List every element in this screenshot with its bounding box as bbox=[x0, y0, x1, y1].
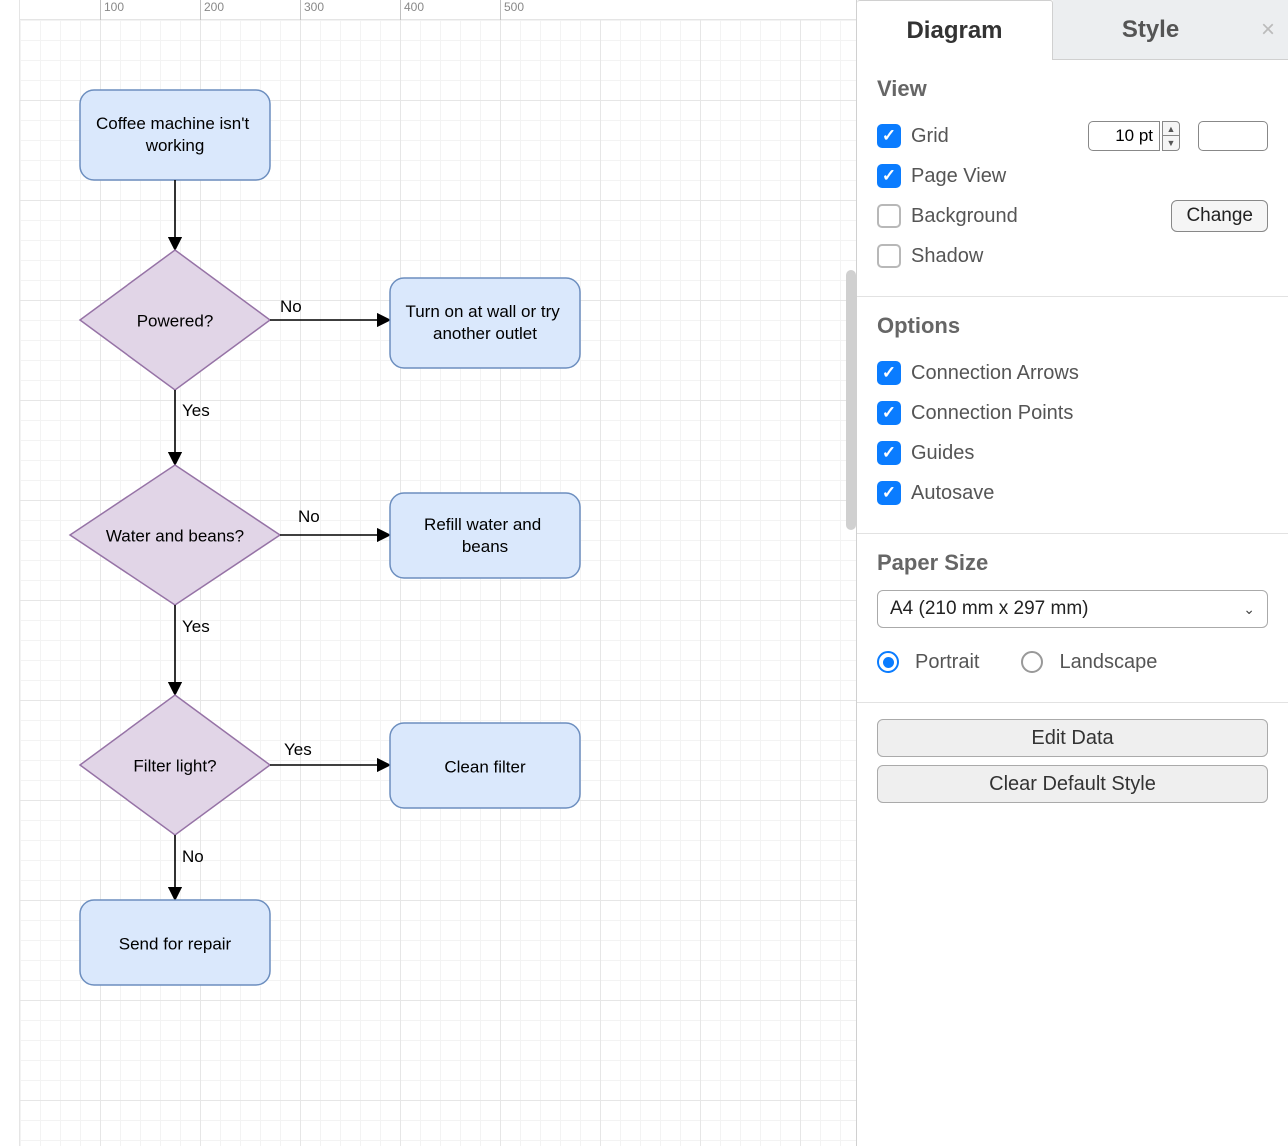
edge-label-no: No bbox=[298, 507, 320, 526]
node-action-refill[interactable]: Refill water and beans bbox=[390, 493, 580, 578]
paper-size-select[interactable]: A4 (210 mm x 297 mm) ⌄ bbox=[877, 590, 1268, 628]
svg-text:Clean filter: Clean filter bbox=[444, 757, 526, 776]
format-panel: Diagram Style × View Grid ▲▼ Page View bbox=[856, 0, 1288, 1146]
flowchart-svg: Coffee machine isn't working Powered? No bbox=[20, 20, 820, 1120]
section-actions: Edit Data Clear Default Style bbox=[857, 703, 1288, 831]
section-title-options: Options bbox=[877, 313, 1268, 339]
radio-landscape[interactable] bbox=[1021, 651, 1043, 673]
section-paper-size: Paper Size A4 (210 mm x 297 mm) ⌄ Portra… bbox=[857, 534, 1288, 703]
clear-default-style-button[interactable]: Clear Default Style bbox=[877, 765, 1268, 803]
edit-data-button[interactable]: Edit Data bbox=[877, 719, 1268, 757]
checkbox-background[interactable] bbox=[877, 204, 901, 228]
label-shadow: Shadow bbox=[911, 245, 983, 268]
radio-portrait[interactable] bbox=[877, 651, 899, 673]
grid-color-swatch[interactable] bbox=[1198, 121, 1268, 151]
checkbox-connection-points[interactable] bbox=[877, 401, 901, 425]
node-decision-water-beans[interactable]: Water and beans? bbox=[70, 465, 280, 605]
section-title-paper: Paper Size bbox=[877, 550, 1268, 576]
chevron-up-icon[interactable]: ▲ bbox=[1162, 121, 1180, 136]
ruler-horizontal: 100 200 300 400 500 bbox=[0, 0, 856, 20]
edge-label-yes: Yes bbox=[182, 401, 210, 420]
node-action-turnon[interactable]: Turn on at wall or try another outlet bbox=[390, 278, 580, 368]
svg-text:Send for repair: Send for repair bbox=[119, 934, 232, 953]
checkbox-guides[interactable] bbox=[877, 441, 901, 465]
grid-size-stepper[interactable]: ▲▼ bbox=[1162, 121, 1180, 151]
panel-tabs: Diagram Style × bbox=[857, 0, 1288, 60]
ruler-tick: 200 bbox=[200, 0, 224, 20]
scrollbar-thumb[interactable] bbox=[846, 270, 856, 530]
checkbox-connection-arrows[interactable] bbox=[877, 361, 901, 385]
edge-label-no: No bbox=[182, 847, 204, 866]
svg-text:Powered?: Powered? bbox=[137, 311, 214, 330]
checkbox-grid[interactable] bbox=[877, 124, 901, 148]
label-background: Background bbox=[911, 205, 1161, 228]
label-portrait: Portrait bbox=[915, 651, 979, 674]
tab-style[interactable]: Style bbox=[1053, 0, 1248, 60]
section-view: View Grid ▲▼ Page View Background Change bbox=[857, 60, 1288, 297]
checkbox-shadow[interactable] bbox=[877, 244, 901, 268]
ruler-vertical bbox=[0, 0, 20, 1146]
ruler-tick: 500 bbox=[500, 0, 524, 20]
node-decision-powered[interactable]: Powered? bbox=[80, 250, 270, 390]
close-icon[interactable]: × bbox=[1248, 0, 1288, 60]
diagram-canvas[interactable]: Coffee machine isn't working Powered? No bbox=[20, 20, 856, 1146]
label-grid: Grid bbox=[911, 125, 1078, 148]
grid-size-input[interactable] bbox=[1088, 121, 1160, 151]
checkbox-page-view[interactable] bbox=[877, 164, 901, 188]
edge-label-no: No bbox=[280, 297, 302, 316]
checkbox-autosave[interactable] bbox=[877, 481, 901, 505]
ruler-tick: 300 bbox=[300, 0, 324, 20]
node-decision-filter[interactable]: Filter light? bbox=[80, 695, 270, 835]
chevron-down-icon: ⌄ bbox=[1243, 601, 1255, 618]
label-connection-points: Connection Points bbox=[911, 402, 1073, 425]
change-background-button[interactable]: Change bbox=[1171, 200, 1268, 232]
edge-label-yes: Yes bbox=[182, 617, 210, 636]
ruler-tick: 400 bbox=[400, 0, 424, 20]
label-page-view: Page View bbox=[911, 165, 1006, 188]
ruler-tick: 100 bbox=[100, 0, 124, 20]
node-end[interactable]: Send for repair bbox=[80, 900, 270, 985]
chevron-down-icon[interactable]: ▼ bbox=[1162, 136, 1180, 151]
canvas-area[interactable]: 100 200 300 400 500 Coffee machine isn't bbox=[0, 0, 856, 1146]
svg-text:Filter light?: Filter light? bbox=[133, 756, 216, 775]
svg-text:Water and beans?: Water and beans? bbox=[106, 526, 244, 545]
paper-size-value: A4 (210 mm x 297 mm) bbox=[890, 598, 1089, 620]
edge-label-yes: Yes bbox=[284, 740, 312, 759]
section-title-view: View bbox=[877, 76, 1268, 102]
label-guides: Guides bbox=[911, 442, 974, 465]
section-options: Options Connection Arrows Connection Poi… bbox=[857, 297, 1288, 534]
node-action-clean[interactable]: Clean filter bbox=[390, 723, 580, 808]
label-autosave: Autosave bbox=[911, 482, 994, 505]
tab-diagram[interactable]: Diagram bbox=[857, 0, 1053, 60]
label-landscape: Landscape bbox=[1059, 651, 1157, 674]
node-start[interactable]: Coffee machine isn't working bbox=[80, 90, 270, 180]
label-connection-arrows: Connection Arrows bbox=[911, 362, 1079, 385]
